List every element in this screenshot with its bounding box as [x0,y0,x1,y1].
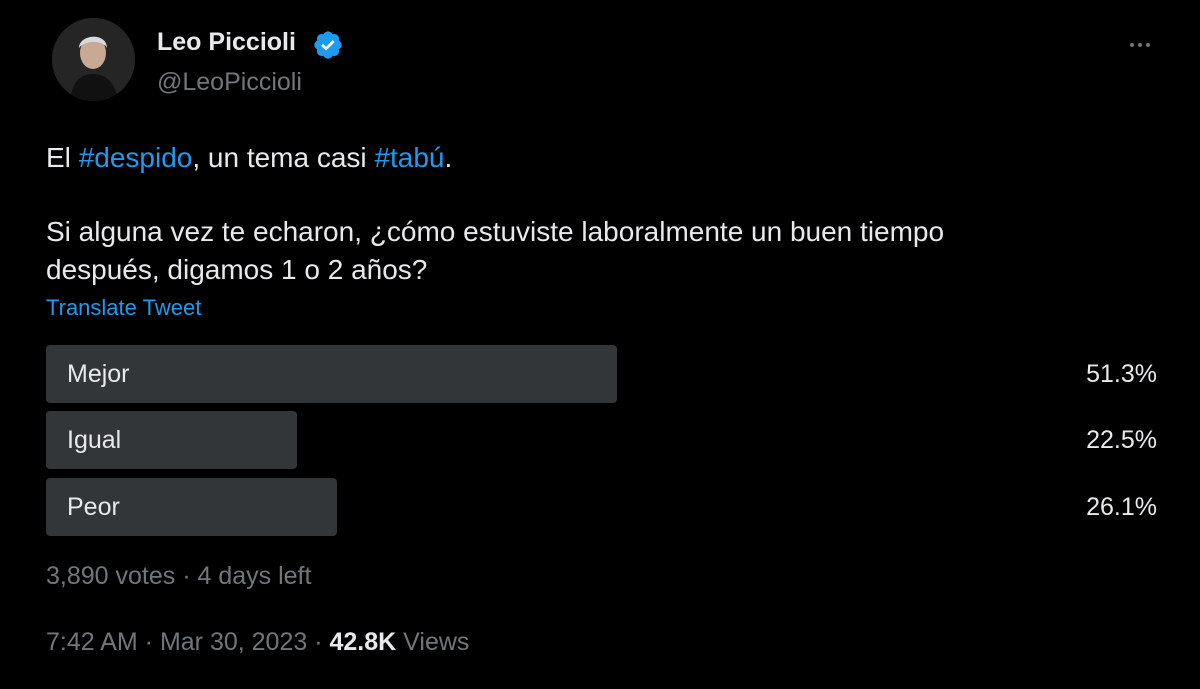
tweet-text-part: El [46,142,79,173]
tweet: Leo Piccioli @LeoPiccioli El #despido, u… [0,0,1200,689]
views-count: 42.8K [329,628,397,656]
hashtag-link-despido[interactable]: #despido [79,142,193,173]
author-display-name[interactable]: Leo Piccioli [157,28,296,57]
poll-option-peor: Peor 26.1% [46,478,1160,536]
separator: · [307,628,330,656]
poll-option-percent: 22.5% [1086,426,1157,454]
poll-votes: 3,890 votes [46,562,176,590]
tweet-text-line-1: El #despido, un tema casi #tabú. [46,139,452,177]
translate-tweet-link[interactable]: Translate Tweet [46,295,201,321]
views-label: Views [403,628,470,656]
more-options-button[interactable] [1120,30,1160,60]
more-horizontal-icon [1138,43,1142,47]
tweet-meta: 7:42 AM · Mar 30, 2023 · 42.8K Views [46,628,469,657]
poll-option-percent: 26.1% [1086,493,1157,521]
poll-option-percent: 51.3% [1086,360,1157,388]
more-horizontal-icon [1146,43,1150,47]
poll-option-label: Peor [67,493,120,521]
poll-meta: 3,890 votes · 4 days left [46,562,311,591]
verified-badge-icon [314,31,342,59]
tweet-text-line-2: Si alguna vez te echaron, ¿cómo estuvist… [46,216,945,247]
poll-result-bar [46,345,617,403]
poll-option-label: Igual [67,426,122,454]
tweet-text-part: . [444,142,453,173]
tweet-date[interactable]: Mar 30, 2023 [160,628,307,656]
poll-time-left: 4 days left [197,562,312,590]
more-horizontal-icon [1130,43,1134,47]
avatar[interactable] [52,18,135,101]
author-handle[interactable]: @LeoPiccioli [157,68,302,97]
tweet-text-part: , un tema casi [192,142,375,173]
poll-option-igual: Igual 22.5% [46,411,1160,469]
poll-option-mejor: Mejor 51.3% [46,345,1160,403]
tweet-text-line-3: después, digamos 1 o 2 años? [46,254,428,285]
user-avatar-icon [52,18,135,101]
poll-option-label: Mejor [67,360,130,388]
separator: · [175,562,198,590]
separator: · [137,628,160,656]
hashtag-link-tabu[interactable]: #tabú [374,142,444,173]
tweet-time[interactable]: 7:42 AM [46,628,138,656]
